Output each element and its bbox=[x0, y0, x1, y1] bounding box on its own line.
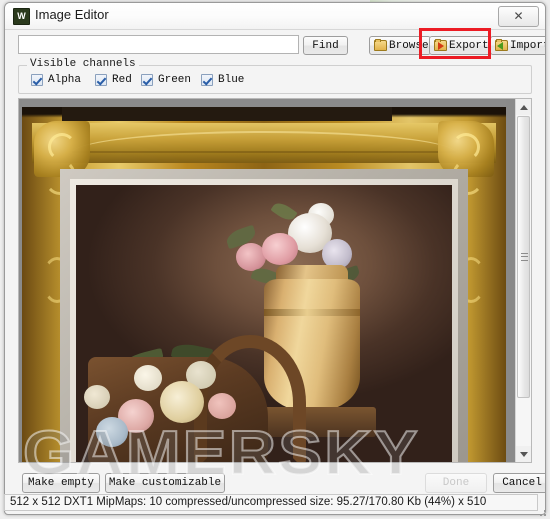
folder-icon bbox=[374, 39, 387, 51]
basket-flower bbox=[160, 381, 204, 423]
basket-flower bbox=[134, 365, 162, 391]
checkbox-alpha-box[interactable] bbox=[31, 74, 43, 86]
scroll-up-icon[interactable] bbox=[516, 99, 531, 115]
preview-vertical-scrollbar[interactable] bbox=[515, 99, 531, 462]
export-button[interactable]: Export bbox=[429, 36, 491, 55]
close-icon[interactable]: ✕ bbox=[498, 6, 539, 27]
app-icon: W bbox=[13, 8, 30, 25]
window-title: Image Editor bbox=[35, 7, 109, 22]
frame-scroll-ornament bbox=[452, 133, 480, 161]
pitcher-band bbox=[264, 309, 360, 316]
browse-button-label: Browse bbox=[389, 40, 429, 52]
browse-button[interactable]: Browse bbox=[369, 36, 431, 55]
done-button: Done bbox=[425, 473, 487, 493]
make-customizable-button[interactable]: Make customizable bbox=[105, 473, 225, 493]
status-bar: 512 x 512 DXT1 MipMaps: 10 compressed/un… bbox=[4, 494, 538, 511]
search-input[interactable] bbox=[18, 35, 299, 54]
image-editor-window: W Image Editor ✕ Find Browse Export Impo… bbox=[4, 2, 546, 515]
import-button[interactable]: Import bbox=[490, 36, 546, 55]
still-life-painting bbox=[76, 185, 452, 462]
cancel-button[interactable]: Cancel bbox=[493, 473, 545, 493]
checkbox-green-label: Green bbox=[158, 74, 192, 86]
import-button-label: Import bbox=[510, 40, 546, 52]
folder-export-icon bbox=[434, 39, 447, 51]
frame-top-rail bbox=[32, 123, 496, 163]
scroll-down-icon[interactable] bbox=[516, 446, 531, 462]
basket-flower bbox=[96, 417, 128, 447]
checkbox-red-label: Red bbox=[112, 74, 132, 86]
checkbox-green-box[interactable] bbox=[141, 74, 153, 86]
export-button-label: Export bbox=[449, 40, 489, 52]
texture-canvas[interactable] bbox=[19, 99, 516, 462]
resize-grip-icon[interactable] bbox=[537, 507, 546, 516]
frame-top-shadow bbox=[62, 107, 392, 121]
screenshot-root: W Image Editor ✕ Find Browse Export Impo… bbox=[0, 0, 550, 519]
visible-channels-label: Visible channels bbox=[27, 58, 139, 70]
checkbox-blue-label: Blue bbox=[218, 74, 245, 86]
texture-image bbox=[22, 99, 506, 462]
title-bar: W Image Editor ✕ bbox=[5, 3, 545, 30]
folder-import-icon bbox=[495, 39, 508, 51]
find-button[interactable]: Find bbox=[303, 36, 348, 55]
image-preview-panel[interactable] bbox=[18, 98, 532, 463]
checkbox-blue-box[interactable] bbox=[201, 74, 213, 86]
scrollbar-thumb[interactable] bbox=[517, 116, 530, 398]
basket-flower bbox=[84, 385, 110, 409]
checkbox-red-box[interactable] bbox=[95, 74, 107, 86]
pink-rose bbox=[262, 233, 298, 265]
checkbox-alpha-label: Alpha bbox=[48, 74, 82, 86]
picture-frame bbox=[22, 107, 506, 462]
make-empty-button[interactable]: Make empty bbox=[22, 473, 100, 493]
basket-flower bbox=[208, 393, 236, 419]
frame-scroll-ornament bbox=[48, 133, 76, 161]
scrollbar-grip-icon bbox=[521, 253, 528, 261]
